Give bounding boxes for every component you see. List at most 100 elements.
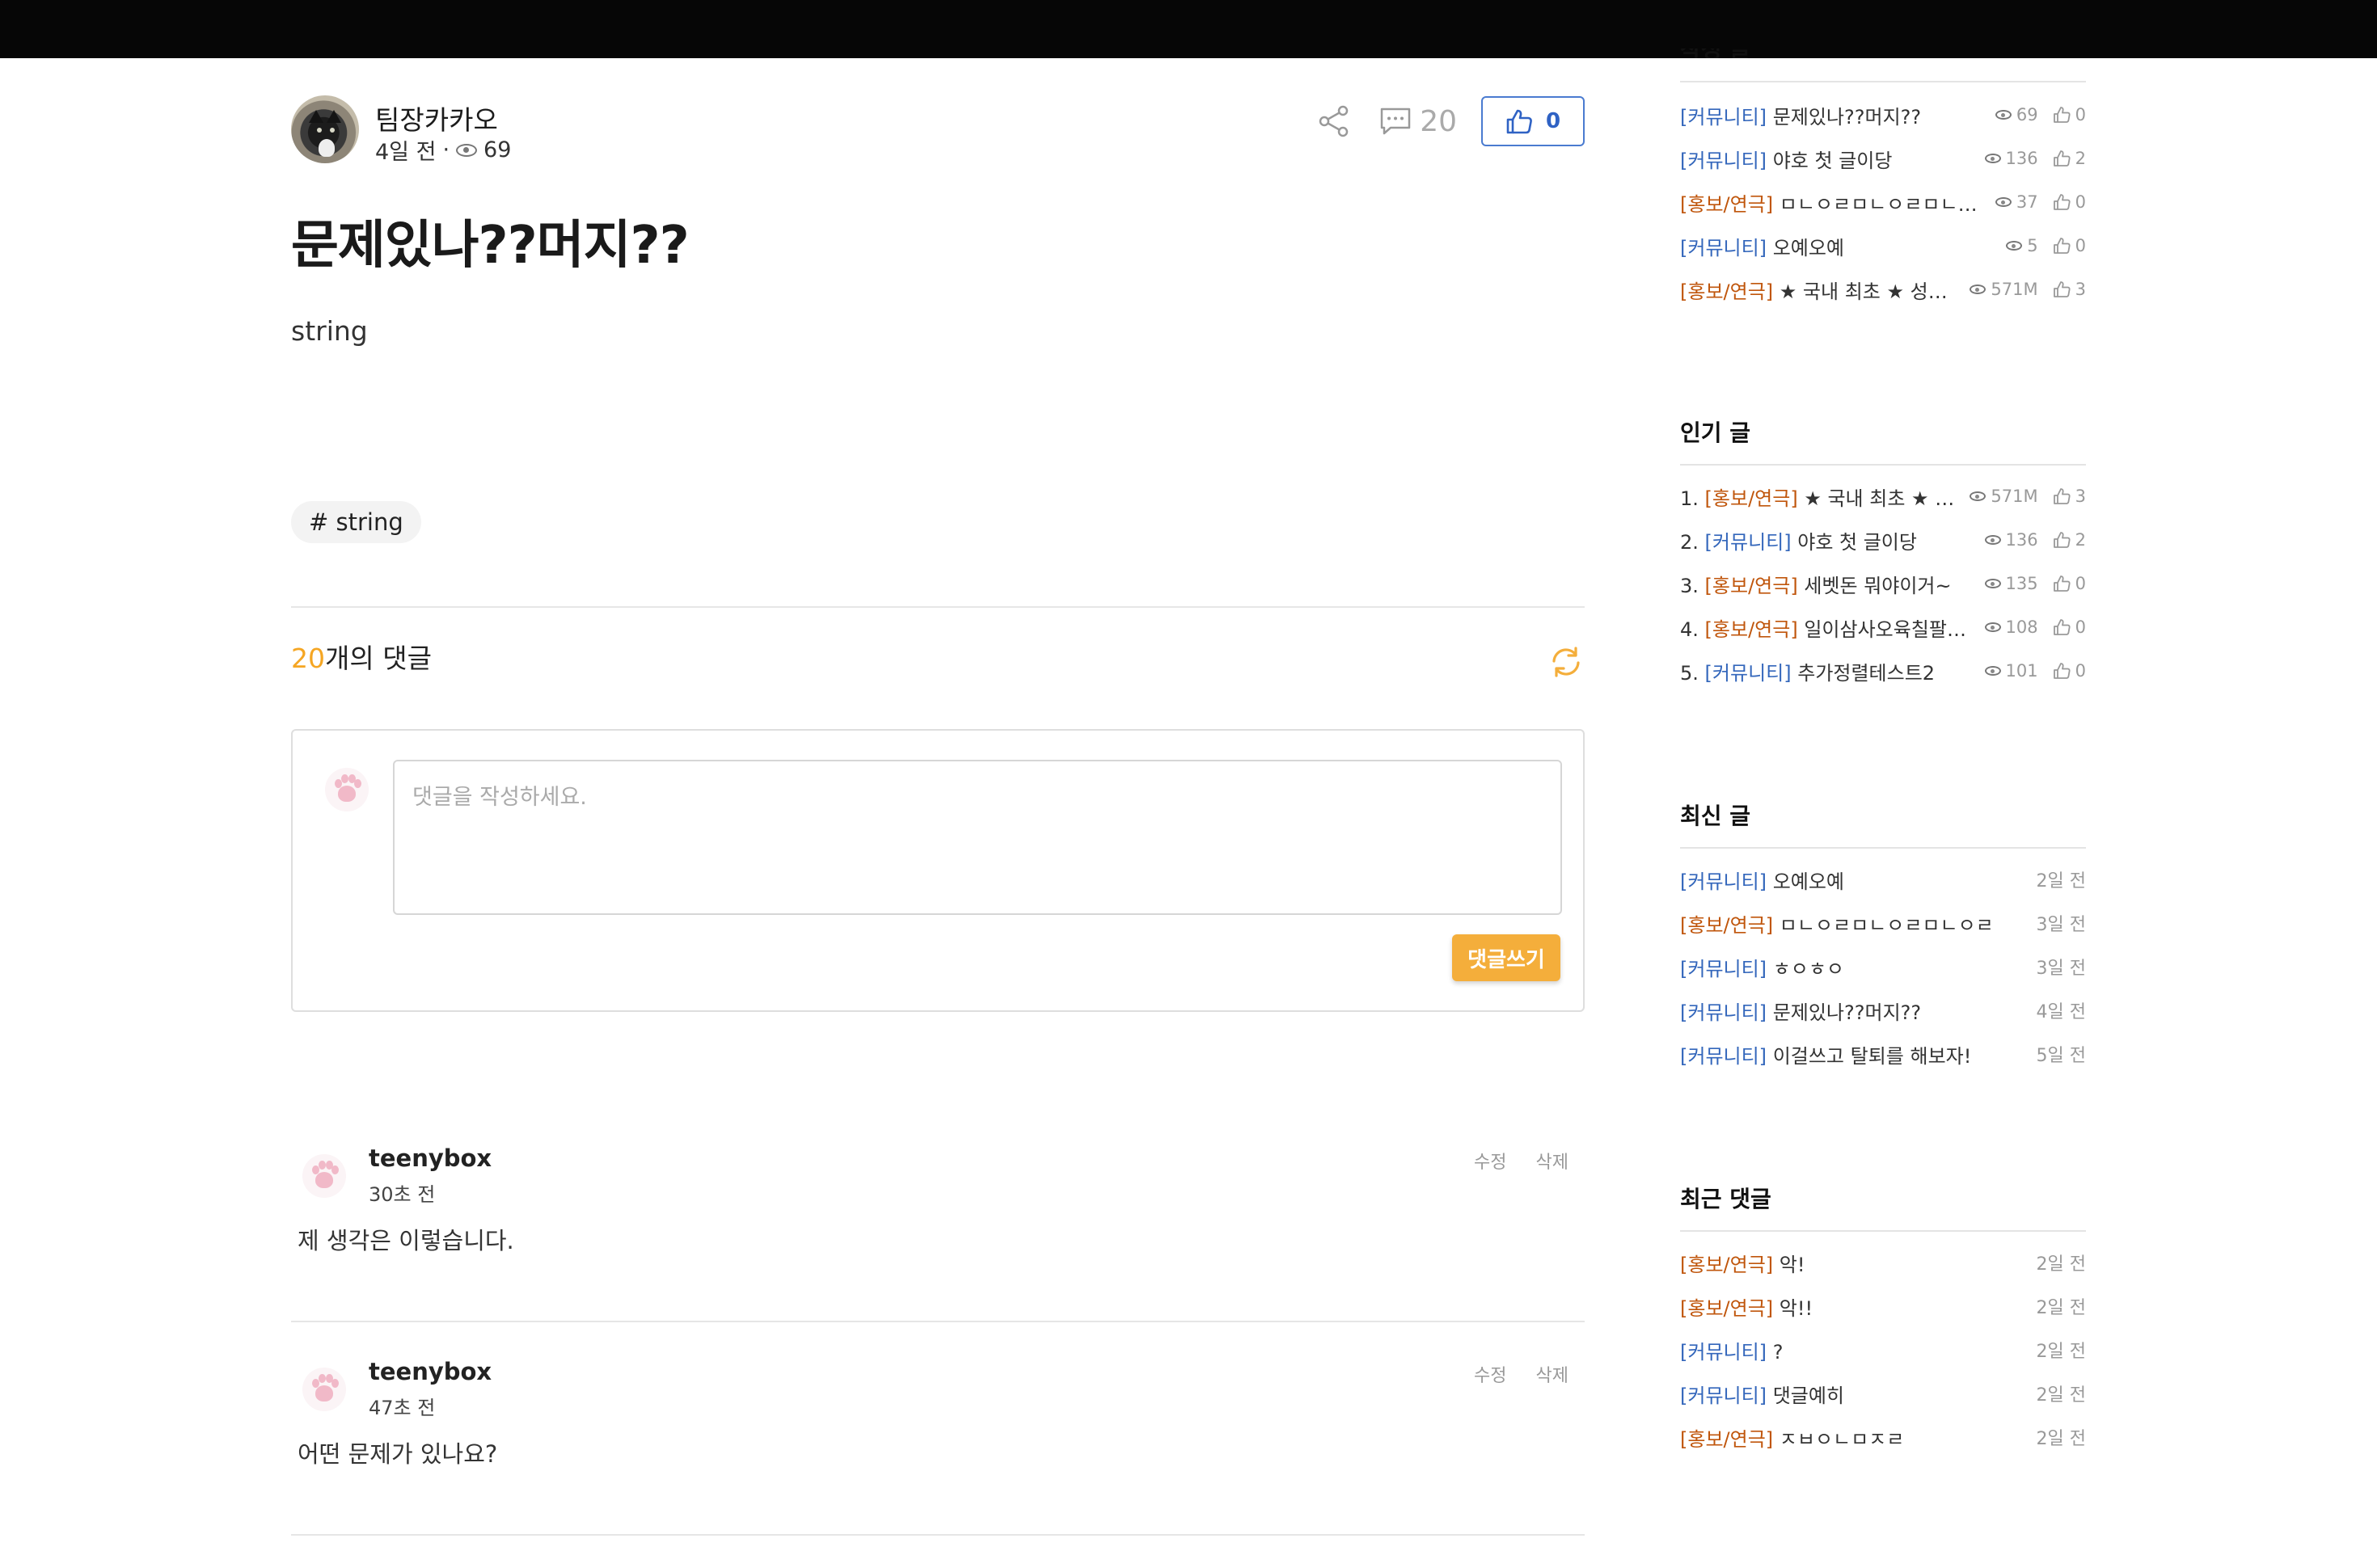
comment-item: teenybox 47초 전 수정 삭제 어떤 문제가 있나요?: [291, 1358, 1585, 1568]
paw-pad: [315, 1172, 333, 1188]
comment-author[interactable]: teenybox: [369, 1358, 492, 1385]
category-label: [홍보/연극]: [1680, 1427, 1774, 1451]
paw-pad: [338, 786, 356, 802]
comment-input[interactable]: [393, 760, 1562, 915]
post-stats: 101 0: [1984, 661, 2086, 681]
recent-comment-row[interactable]: [홍보/연극] 악! 2일 전: [1680, 1246, 2086, 1279]
category-label: [커뮤니티]: [1680, 236, 1767, 259]
sidebar-post-row[interactable]: [커뮤니티] 오예오예 5 0: [1680, 230, 2086, 262]
post-title-text: 세벳돈 뭐야이거~: [1804, 574, 1952, 597]
sidebar-post-title: [홍보/연극] ㅁㄴㅇㄹㅁㄴㅇㄹㅁㄴㅇㄹㅁㄴㅇㄹ: [1680, 188, 1987, 217]
cat-chest: [319, 139, 335, 157]
recent-comment-row[interactable]: [홍보/연극] ㅈㅂㅇㄴㅁㅈㄹ 2일 전: [1680, 1421, 2086, 1453]
thumbs-up-icon: [2053, 281, 2071, 297]
comment-actions: 수정 삭제: [1474, 1361, 1568, 1387]
views-icon: [1984, 154, 2001, 163]
paw-toe: [341, 774, 348, 783]
likes-count: 0: [2075, 574, 2086, 593]
views-icon: [1984, 535, 2001, 545]
post-title-text: ㅁㄴㅇㄹㅁㄴㅇㄹㅁㄴㅇㄹ: [1779, 913, 1994, 937]
comment-avatar[interactable]: [302, 1368, 346, 1411]
latest-post-row[interactable]: [커뮤니티] 문제있나??머지?? 4일 전: [1680, 994, 2086, 1026]
divider: [291, 1534, 1585, 1536]
post-title-text: 문제있나??머지??: [1772, 105, 1922, 129]
category-label: [커뮤니티]: [1680, 105, 1767, 129]
post-title-text: 오예오예: [1772, 236, 1845, 259]
sidebar-rule: [1680, 464, 2086, 466]
comment-text: 어떤 문제가 있나요?: [298, 1440, 498, 1468]
comment-time: 30초 전: [369, 1183, 436, 1206]
thumbs-up-icon: [2053, 488, 2071, 504]
recent-comment-row[interactable]: [커뮤니티] 댓글예히 2일 전: [1680, 1377, 2086, 1410]
sidebar-post-row[interactable]: [홍보/연극] ★ 국내 최초 ★ 성인 연극 571M 3: [1680, 273, 2086, 306]
category-label: [홍보/연극]: [1704, 618, 1798, 641]
category-label: [홍보/연극]: [1680, 280, 1774, 303]
comment-avatar[interactable]: [302, 1154, 346, 1198]
views-icon: [1984, 666, 2001, 676]
post-title-text: 문제있나??머지??: [1772, 1001, 1922, 1024]
sidebar-post-row[interactable]: [홍보/연극] ㅁㄴㅇㄹㅁㄴㅇㄹㅁㄴㅇㄹㅁㄴㅇㄹ 37 0: [1680, 186, 2086, 218]
latest-post-row[interactable]: [커뮤니티] ㅎㅇㅎㅇ 3일 전: [1680, 950, 2086, 983]
post-title-text: 오예오예: [1772, 870, 1845, 893]
post-stats: 136 2: [1984, 149, 2086, 168]
likes-count: 3: [2075, 280, 2086, 299]
views-count: 135: [2005, 574, 2038, 593]
comment-date: 2일 전: [2036, 1385, 2086, 1406]
views-count: 136: [2005, 530, 2038, 550]
latest-post-row[interactable]: [홍보/연극] ㅁㄴㅇㄹㅁㄴㅇㄹㅁㄴㅇㄹ 3일 전: [1680, 907, 2086, 939]
edit-comment-button[interactable]: 수정: [1474, 1361, 1506, 1387]
author-name[interactable]: 팀장카카오: [375, 99, 498, 137]
delete-comment-button[interactable]: 삭제: [1536, 1148, 1568, 1174]
submit-comment-button[interactable]: 댓글쓰기: [1452, 934, 1560, 981]
comment-author[interactable]: teenybox: [369, 1144, 492, 1172]
sidebar-cut-heading: 작성 글: [1680, 48, 1793, 58]
post-stats: 108 0: [1984, 618, 2086, 637]
post-title-text: ㅁㄴㅇㄹㅁㄴㅇㄹㅁㄴㅇㄹㅁㄴㅇㄹ: [1779, 192, 1987, 216]
sidebar-post-row[interactable]: [커뮤니티] 야호 첫 글이당 136 2: [1680, 142, 2086, 175]
thumbs-up-icon: [2053, 532, 2071, 548]
sidebar-post-title: 5. [커뮤니티] 추가정렬테스트2: [1680, 657, 1977, 685]
tag-chip[interactable]: # string: [291, 501, 421, 543]
edit-comment-button[interactable]: 수정: [1474, 1148, 1506, 1174]
delete-comment-button[interactable]: 삭제: [1536, 1361, 1568, 1387]
comment-text: 악!!: [1779, 1296, 1813, 1320]
author-avatar[interactable]: [291, 95, 359, 163]
latest-post-row[interactable]: [커뮤니티] 이걸쓰고 탈퇴를 해보자! 5일 전: [1680, 1038, 2086, 1070]
views-count: 571M: [1991, 280, 2038, 299]
share-icon[interactable]: [1316, 103, 1352, 139]
post-author-row: 팀장카카오 4일 전 · 69 20 0: [291, 95, 1585, 168]
sidebar-post-title: [커뮤니티] ?: [1680, 1336, 2029, 1364]
popular-post-row[interactable]: 4. [홍보/연극] 일이삼사오육칠팔구십 108 0: [1680, 611, 2086, 643]
refresh-icon[interactable]: [1547, 643, 1585, 681]
latest-post-row[interactable]: [커뮤니티] 오예오예 2일 전: [1680, 863, 2086, 896]
comment-text: ㅈㅂㅇㄴㅁㅈㄹ: [1779, 1427, 1905, 1451]
post-title-text: ㅎㅇㅎㅇ: [1772, 957, 1845, 980]
popular-post-row[interactable]: 1. [홍보/연극] ★ 국내 최초 ★ 성인 연극 571M 3: [1680, 480, 2086, 512]
comment-count: 20: [1420, 104, 1457, 138]
thumbs-up-icon: [2053, 194, 2071, 210]
popular-post-row[interactable]: 5. [커뮤니티] 추가정렬테스트2 101 0: [1680, 655, 2086, 687]
popular-post-row[interactable]: 2. [커뮤니티] 야호 첫 글이당 136 2: [1680, 524, 2086, 556]
category-label: [커뮤니티]: [1704, 661, 1792, 685]
recent-comment-row[interactable]: [홍보/연극] 악!! 2일 전: [1680, 1290, 2086, 1322]
post-title-text: 야호 첫 글이당: [1797, 530, 1917, 554]
category-label: [홍보/연극]: [1704, 487, 1798, 510]
post-date: 3일 전: [2036, 915, 2086, 935]
sidebar-post-row[interactable]: [커뮤니티] 문제있나??머지?? 69 0: [1680, 99, 2086, 131]
sidebar-post-title: 4. [홍보/연극] 일이삼사오육칠팔구십: [1680, 613, 1977, 642]
category-label: [홍보/연극]: [1680, 1253, 1774, 1276]
likes-count: 0: [2075, 192, 2086, 212]
category-label: [커뮤니티]: [1680, 1044, 1767, 1068]
sidebar-post-title: [커뮤니티] ㅎㅇㅎㅇ: [1680, 953, 2029, 981]
popular-post-row[interactable]: 3. [홍보/연극] 세벳돈 뭐야이거~ 135 0: [1680, 567, 2086, 600]
views-count: 101: [2005, 661, 2038, 681]
post-title: 문제있나??머지??: [291, 216, 690, 276]
post-title-text: ★ 국내 최초 ★ 성인 연극: [1804, 487, 1961, 510]
post-date: 5일 전: [2036, 1046, 2086, 1066]
like-button[interactable]: 0: [1481, 96, 1585, 146]
sidebar-post-title: [커뮤니티] 문제있나??머지??: [1680, 997, 2029, 1025]
rank-index: 3.: [1680, 574, 1699, 597]
post-stats: 571M 3: [1970, 280, 2086, 299]
comment-count-button[interactable]: 20: [1379, 105, 1457, 138]
recent-comment-row[interactable]: [커뮤니티] ? 2일 전: [1680, 1334, 2086, 1366]
